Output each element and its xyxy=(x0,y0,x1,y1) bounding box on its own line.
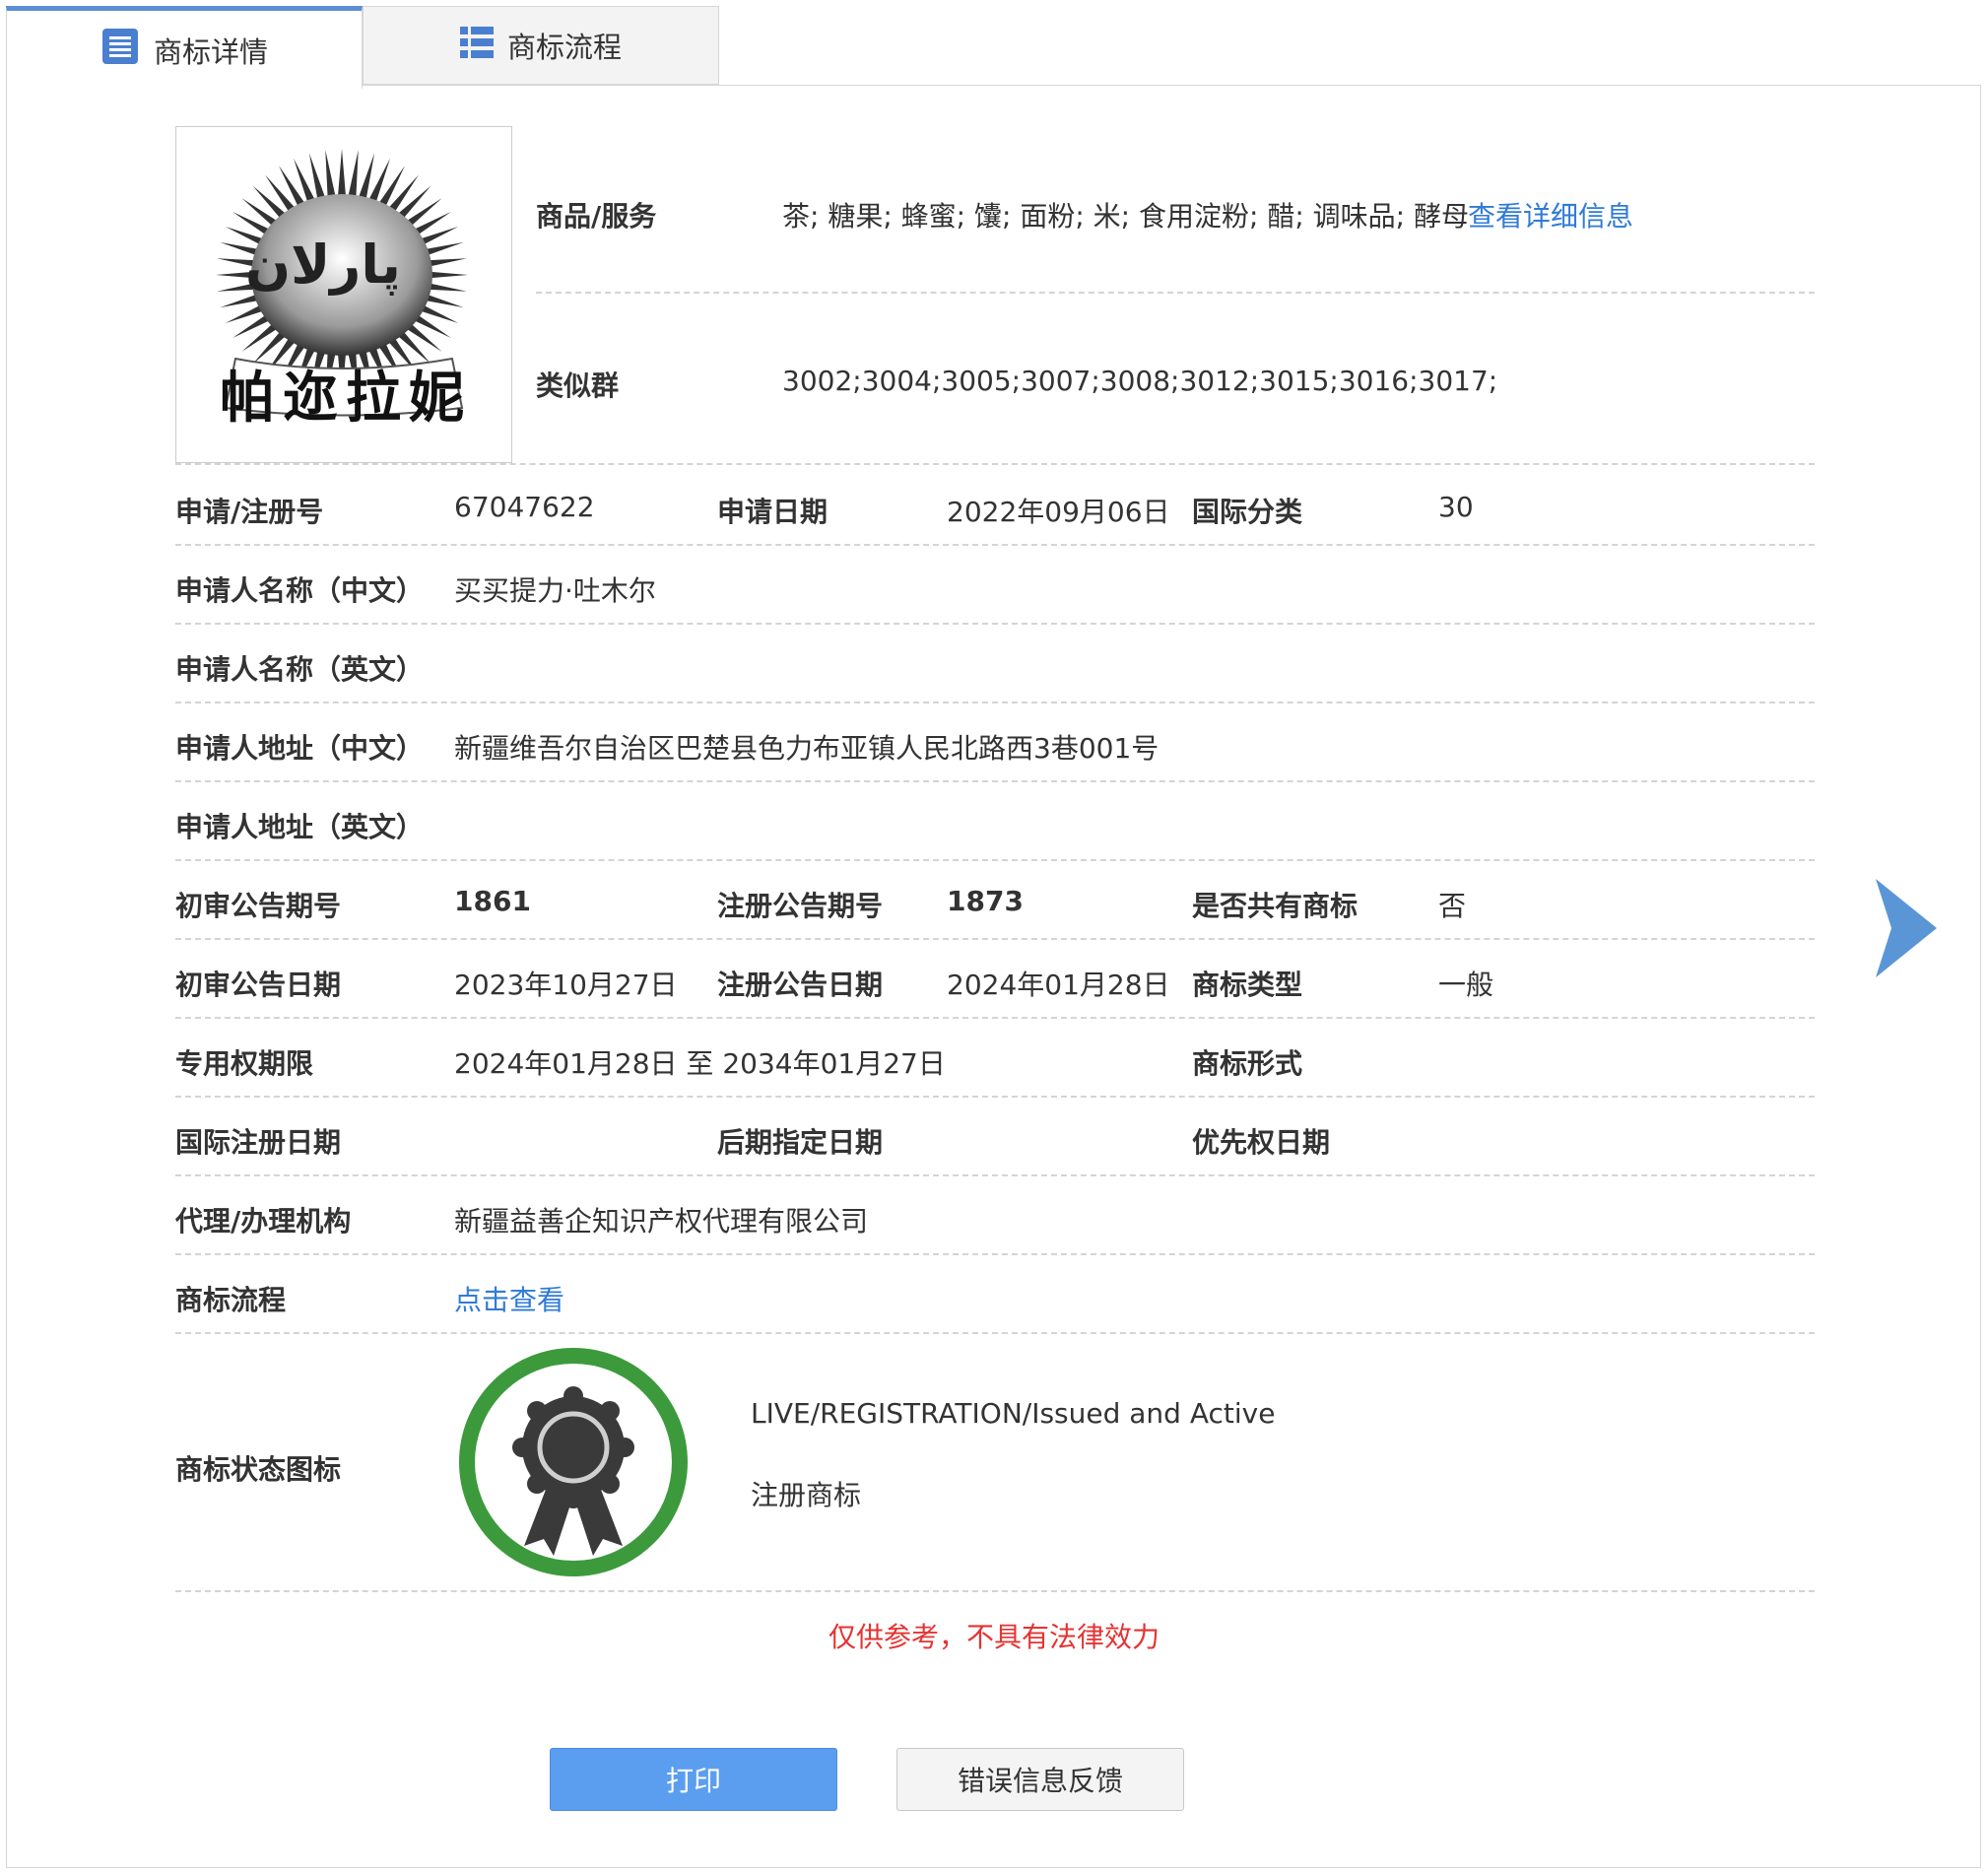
shared-value: 否 xyxy=(1438,890,1467,922)
later-designation-label: 后期指定日期 xyxy=(717,1126,884,1159)
divider xyxy=(175,1096,1815,1098)
similar-group-value: 3002;3004;3005;3007;3008;3012;3015;3016;… xyxy=(782,365,1498,397)
prelim-date-label: 初审公告日期 xyxy=(175,969,342,1001)
exclusive-period-value: 2024年01月28日 至 2034年01月27日 xyxy=(454,1047,946,1080)
agency-label: 代理/办理机构 xyxy=(175,1205,352,1238)
divider xyxy=(175,1017,1815,1019)
applicant-cn-label: 申请人名称（中文） xyxy=(175,574,425,607)
divider xyxy=(175,623,1815,625)
reg-date-value: 2024年01月28日 xyxy=(947,969,1170,1001)
divider xyxy=(175,1253,1815,1255)
intl-class-value: 30 xyxy=(1438,491,1474,523)
divider xyxy=(175,463,1815,465)
status-en-value: LIVE/REGISTRATION/Issued and Active xyxy=(751,1397,1276,1430)
applicant-cn-value: 买买提力·吐木尔 xyxy=(454,574,656,607)
priority-date-label: 优先权日期 xyxy=(1192,1126,1331,1159)
registered-badge-icon xyxy=(455,1344,692,1584)
applicant-en-label: 申请人名称（英文） xyxy=(175,653,425,686)
address-cn-label: 申请人地址（中文） xyxy=(175,732,425,765)
reg-date-label: 注册公告日期 xyxy=(717,969,884,1001)
logo-arabic-text: پارلان xyxy=(245,234,401,296)
trademark-image: پارلان 帕迩拉妮 xyxy=(175,126,512,463)
tab-label: 商标流程 xyxy=(506,31,622,64)
goods-label: 商品/服务 xyxy=(536,200,657,233)
exclusive-period-label: 专用权期限 xyxy=(175,1047,314,1080)
reg-issue-value: 1873 xyxy=(947,885,1024,917)
prelim-issue-label: 初审公告期号 xyxy=(175,890,342,922)
view-details-link[interactable]: 查看详细信息 xyxy=(1468,195,1633,234)
mark-type-value: 一般 xyxy=(1438,969,1494,1001)
list-doc-icon xyxy=(100,27,140,73)
shared-label: 是否共有商标 xyxy=(1192,890,1358,922)
intl-reg-date-label: 国际注册日期 xyxy=(175,1126,342,1159)
apply-date-value: 2022年09月06日 xyxy=(947,496,1170,528)
divider xyxy=(175,780,1815,782)
divider xyxy=(175,938,1815,940)
reg-no-label: 申请/注册号 xyxy=(175,496,324,528)
prelim-date-value: 2023年10月27日 xyxy=(454,969,678,1001)
apply-date-label: 申请日期 xyxy=(717,496,828,528)
divider xyxy=(175,1590,1815,1592)
reg-issue-label: 注册公告期号 xyxy=(717,890,884,922)
agency-value: 新疆益善企知识产权代理有限公司 xyxy=(454,1205,869,1238)
next-arrow-icon[interactable] xyxy=(1872,877,1941,983)
intl-class-label: 国际分类 xyxy=(1192,496,1303,528)
tab-label: 商标详情 xyxy=(153,34,268,69)
logo-chinese-text: 帕迩拉妮 xyxy=(220,367,472,431)
divider xyxy=(175,544,1815,546)
goods-value: 茶; 糖果; 蜂蜜; 馕; 面粉; 米; 食用淀粉; 醋; 调味品; 酵母 xyxy=(782,200,1470,233)
divider xyxy=(175,702,1815,703)
divider xyxy=(175,859,1815,861)
mark-type-label: 商标类型 xyxy=(1192,969,1303,1001)
address-cn-value: 新疆维吾尔自治区巴楚县色力布亚镇人民北路西3巷001号 xyxy=(454,732,1160,765)
print-button[interactable]: 打印 xyxy=(550,1748,837,1811)
status-cn-value: 注册商标 xyxy=(751,1479,862,1511)
similar-group-label: 类似群 xyxy=(536,369,620,402)
process-view-link[interactable]: 点击查看 xyxy=(454,1279,564,1318)
legal-notice: 仅供参考，不具有法律效力 xyxy=(828,1621,1160,1653)
process-label: 商标流程 xyxy=(175,1284,287,1316)
tab-trademark-process[interactable]: 商标流程 xyxy=(363,6,719,85)
divider xyxy=(536,292,1815,294)
divider xyxy=(175,1174,1815,1176)
reg-no-value: 67047622 xyxy=(454,491,595,523)
tab-bar: 商标详情 商标流程 xyxy=(6,6,1982,89)
address-en-label: 申请人地址（英文） xyxy=(175,811,425,843)
error-feedback-button[interactable]: 错误信息反馈 xyxy=(896,1748,1184,1811)
mark-form-label: 商标形式 xyxy=(1192,1047,1303,1080)
status-icon-label: 商标状态图标 xyxy=(175,1453,342,1486)
tab-trademark-detail[interactable]: 商标详情 xyxy=(6,6,363,89)
divider xyxy=(175,1332,1815,1334)
grid-list-icon xyxy=(459,26,494,65)
prelim-issue-value: 1861 xyxy=(454,885,531,917)
